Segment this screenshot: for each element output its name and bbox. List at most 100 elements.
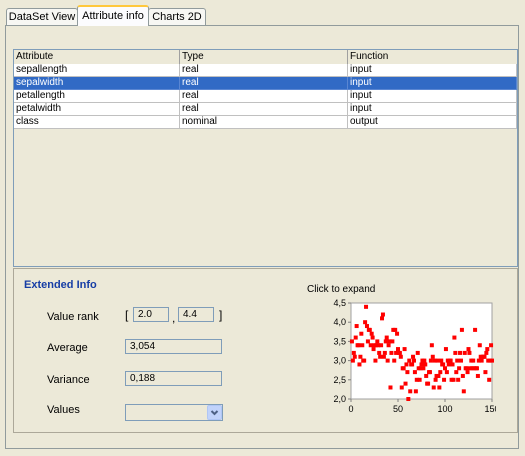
table-row-selected[interactable]: sepalwidth real input [14, 77, 517, 90]
data-point [452, 335, 457, 340]
column-header-attribute[interactable]: Attribute [14, 50, 180, 64]
table-row[interactable]: petalwidth real input [14, 103, 517, 116]
table-row[interactable]: class nominal output [14, 116, 517, 129]
data-point [377, 350, 382, 355]
data-point [371, 347, 376, 352]
data-point [490, 358, 494, 363]
data-point [458, 358, 463, 363]
data-point [370, 335, 375, 340]
data-point [428, 358, 433, 363]
column-header-function[interactable]: Function [348, 50, 517, 64]
y-tick-label: 4,5 [333, 299, 346, 308]
data-point [474, 366, 479, 371]
variance-field[interactable]: 0,188 [125, 371, 222, 386]
data-point [479, 358, 484, 363]
data-point [410, 362, 415, 367]
data-point [457, 366, 462, 371]
data-point [364, 324, 369, 329]
data-point [435, 358, 440, 363]
data-point [354, 324, 359, 329]
values-dropdown[interactable] [125, 404, 223, 421]
tab-attribute-info[interactable]: Attribute info [77, 5, 149, 26]
data-point [367, 327, 372, 332]
tab-content-panel: Attribute Type Function sepallength real… [5, 25, 519, 449]
x-tick-label: 0 [348, 404, 353, 414]
data-point [360, 343, 365, 348]
data-point [404, 362, 409, 367]
extended-info-title: Extended Info [24, 279, 97, 291]
function-cell: input [348, 64, 517, 77]
data-point [484, 350, 489, 355]
y-tick-label: 3,0 [333, 356, 346, 366]
data-point [415, 350, 420, 355]
data-point [487, 377, 492, 382]
chart-caption: Click to expand [307, 284, 376, 295]
type-cell: nominal [180, 116, 348, 129]
data-point [407, 358, 412, 363]
data-point [383, 339, 388, 344]
data-point [392, 358, 397, 363]
y-tick-label: 4,0 [333, 317, 346, 327]
data-point [403, 381, 408, 386]
data-point [441, 362, 446, 367]
attribute-cell: petalwidth [14, 103, 180, 116]
data-point [396, 347, 400, 352]
data-point [385, 358, 390, 363]
data-point [482, 354, 487, 359]
data-point [395, 331, 400, 336]
data-point [362, 358, 367, 363]
data-point [450, 362, 455, 367]
data-point [438, 370, 443, 375]
data-point [444, 370, 449, 375]
type-cell: real [180, 64, 348, 77]
scatter-chart[interactable]: 2,0 2,5 3,0 3,5 4,0 4,5 0 50 100 150 [326, 299, 496, 424]
data-point [388, 385, 393, 390]
data-point [398, 354, 403, 359]
data-point [382, 350, 387, 355]
data-point [426, 381, 431, 386]
rank-open-bracket: [ [125, 308, 129, 322]
data-point [431, 385, 436, 390]
data-point [368, 343, 373, 348]
table-row[interactable]: petallength real input [14, 90, 517, 103]
data-point [422, 358, 427, 363]
data-point [467, 350, 472, 355]
data-point [373, 358, 378, 363]
data-point [411, 358, 416, 363]
data-point [402, 347, 407, 352]
function-cell: input [348, 77, 517, 90]
data-point [483, 370, 488, 375]
data-point [456, 377, 461, 382]
data-point [442, 377, 447, 382]
data-point [350, 358, 355, 363]
data-point [485, 347, 490, 352]
dropdown-button[interactable] [207, 405, 222, 420]
value-rank-label: Value rank [47, 311, 99, 323]
x-tick-label: 100 [437, 404, 452, 414]
rank-max-field[interactable]: 4.4 [178, 307, 214, 322]
rank-min-field[interactable]: 2.0 [133, 307, 169, 322]
table-row[interactable]: sepallength real input [14, 64, 517, 77]
data-point [390, 339, 395, 344]
type-cell: real [180, 77, 348, 90]
data-point [412, 370, 417, 375]
data-point [381, 354, 386, 359]
data-point [351, 350, 356, 355]
data-point [443, 366, 447, 371]
data-point [417, 377, 422, 382]
data-point [433, 377, 438, 382]
data-point [461, 389, 466, 394]
column-header-type[interactable]: Type [180, 50, 348, 64]
data-point [419, 362, 424, 367]
data-point [459, 327, 464, 332]
data-point [359, 331, 364, 336]
rank-separator: , [172, 311, 176, 325]
tab-charts-2d[interactable]: Charts 2D [148, 8, 206, 25]
average-field[interactable]: 3,054 [125, 339, 222, 354]
function-cell: input [348, 103, 517, 116]
data-point [358, 354, 363, 359]
attribute-cell: sepallength [14, 64, 180, 77]
data-point [401, 366, 406, 371]
tab-dataset-view[interactable]: DataSet View [6, 8, 78, 25]
data-point [489, 343, 494, 348]
